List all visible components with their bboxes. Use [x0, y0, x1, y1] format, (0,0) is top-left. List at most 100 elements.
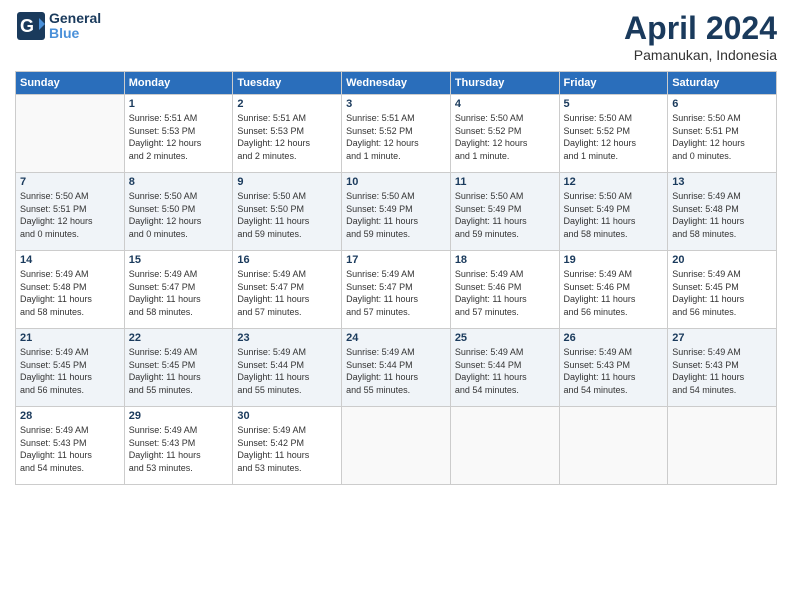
day-number: 3 [346, 98, 446, 110]
title-block: April 2024 Pamanukan, Indonesia [624, 10, 777, 63]
calendar-cell [668, 407, 777, 485]
week-row-3: 14 Sunrise: 5:49 AMSunset: 5:48 PMDayligh… [16, 251, 777, 329]
day-number: 12 [564, 176, 664, 188]
day-number: 25 [455, 332, 555, 344]
day-info: Sunrise: 5:49 AMSunset: 5:48 PMDaylight:… [20, 268, 120, 318]
day-number: 9 [237, 176, 337, 188]
day-info: Sunrise: 5:49 AMSunset: 5:47 PMDaylight:… [237, 268, 337, 318]
calendar-cell: 27 Sunrise: 5:49 AMSunset: 5:43 PMDayligh… [668, 329, 777, 407]
month-title: April 2024 [624, 10, 777, 47]
day-number: 2 [237, 98, 337, 110]
calendar-cell: 6 Sunrise: 5:50 AMSunset: 5:51 PMDaylight… [668, 95, 777, 173]
day-info: Sunrise: 5:50 AMSunset: 5:52 PMDaylight:… [455, 112, 555, 162]
calendar-cell: 26Sunrise: 5:49 AMSunset: 5:43 PMDayligh… [559, 329, 668, 407]
calendar-cell: 20 Sunrise: 5:49 AMSunset: 5:45 PMDayligh… [668, 251, 777, 329]
day-info: Sunrise: 5:50 AMSunset: 5:50 PMDaylight:… [237, 190, 337, 240]
weekday-wednesday: Wednesday [342, 72, 451, 95]
header: G General Blue April 2024 Pamanukan, Ind… [15, 10, 777, 63]
day-info: Sunrise: 5:49 AMSunset: 5:43 PMDaylight:… [672, 346, 772, 396]
day-info: Sunrise: 5:49 AMSunset: 5:47 PMDaylight:… [346, 268, 446, 318]
calendar-cell: 3 Sunrise: 5:51 AMSunset: 5:52 PMDaylight… [342, 95, 451, 173]
day-info: Sunrise: 5:49 AMSunset: 5:46 PMDaylight:… [564, 268, 664, 318]
calendar-cell: 22 Sunrise: 5:49 AMSunset: 5:45 PMDayligh… [124, 329, 233, 407]
day-number: 18 [455, 254, 555, 266]
week-row-2: 7Sunrise: 5:50 AMSunset: 5:51 PMDaylight… [16, 173, 777, 251]
day-number: 1 [129, 98, 229, 110]
day-info: Sunrise: 5:49 AMSunset: 5:44 PMDaylight:… [346, 346, 446, 396]
day-info: Sunrise: 5:49 AMSunset: 5:42 PMDaylight:… [237, 424, 337, 474]
calendar-cell [16, 95, 125, 173]
day-info: Sunrise: 5:50 AMSunset: 5:51 PMDaylight:… [672, 112, 772, 162]
day-info: Sunrise: 5:50 AMSunset: 5:50 PMDaylight:… [129, 190, 229, 240]
calendar-cell: 7Sunrise: 5:50 AMSunset: 5:51 PMDaylight… [16, 173, 125, 251]
logo-general: General [49, 11, 101, 26]
calendar-cell: 19 Sunrise: 5:49 AMSunset: 5:46 PMDayligh… [559, 251, 668, 329]
day-number: 4 [455, 98, 555, 110]
calendar-cell: 2Sunrise: 5:51 AMSunset: 5:53 PMDaylight… [233, 95, 342, 173]
day-info: Sunrise: 5:49 AMSunset: 5:46 PMDaylight:… [455, 268, 555, 318]
day-info: Sunrise: 5:51 AMSunset: 5:52 PMDaylight:… [346, 112, 446, 162]
weekday-tuesday: Tuesday [233, 72, 342, 95]
weekday-friday: Friday [559, 72, 668, 95]
day-number: 28 [20, 410, 120, 422]
day-info: Sunrise: 5:51 AMSunset: 5:53 PMDaylight:… [129, 112, 229, 162]
day-info: Sunrise: 5:50 AMSunset: 5:52 PMDaylight:… [564, 112, 664, 162]
weekday-monday: Monday [124, 72, 233, 95]
calendar-cell: 10Sunrise: 5:50 AMSunset: 5:49 PMDayligh… [342, 173, 451, 251]
day-number: 8 [129, 176, 229, 188]
day-number: 30 [237, 410, 337, 422]
day-number: 21 [20, 332, 120, 344]
calendar-cell: 11 Sunrise: 5:50 AMSunset: 5:49 PMDayligh… [450, 173, 559, 251]
weekday-thursday: Thursday [450, 72, 559, 95]
day-info: Sunrise: 5:49 AMSunset: 5:45 PMDaylight:… [672, 268, 772, 318]
day-info: Sunrise: 5:50 AMSunset: 5:49 PMDaylight:… [346, 190, 446, 240]
location: Pamanukan, Indonesia [624, 47, 777, 63]
calendar-cell: 9 Sunrise: 5:50 AMSunset: 5:50 PMDaylight… [233, 173, 342, 251]
day-number: 19 [564, 254, 664, 266]
logo-blue: Blue [49, 26, 101, 41]
day-number: 7 [20, 176, 120, 188]
day-number: 23 [237, 332, 337, 344]
weekday-saturday: Saturday [668, 72, 777, 95]
calendar-cell [450, 407, 559, 485]
day-number: 6 [672, 98, 772, 110]
calendar-cell: 13Sunrise: 5:49 AMSunset: 5:48 PMDayligh… [668, 173, 777, 251]
calendar-cell: 29Sunrise: 5:49 AMSunset: 5:43 PMDayligh… [124, 407, 233, 485]
calendar-cell: 21 Sunrise: 5:49 AMSunset: 5:45 PMDayligh… [16, 329, 125, 407]
calendar-table: SundayMondayTuesdayWednesdayThursdayFrid… [15, 71, 777, 485]
calendar-cell [342, 407, 451, 485]
calendar-cell: 18 Sunrise: 5:49 AMSunset: 5:46 PMDayligh… [450, 251, 559, 329]
calendar-cell: 30 Sunrise: 5:49 AMSunset: 5:42 PMDayligh… [233, 407, 342, 485]
weekday-header-row: SundayMondayTuesdayWednesdayThursdayFrid… [16, 72, 777, 95]
day-info: Sunrise: 5:49 AMSunset: 5:44 PMDaylight:… [455, 346, 555, 396]
calendar-cell: 8 Sunrise: 5:50 AMSunset: 5:50 PMDaylight… [124, 173, 233, 251]
day-info: Sunrise: 5:49 AMSunset: 5:45 PMDaylight:… [129, 346, 229, 396]
day-info: Sunrise: 5:49 AMSunset: 5:48 PMDaylight:… [672, 190, 772, 240]
week-row-5: 28 Sunrise: 5:49 AMSunset: 5:43 PMDayligh… [16, 407, 777, 485]
day-number: 11 [455, 176, 555, 188]
calendar-cell: 24Sunrise: 5:49 AMSunset: 5:44 PMDayligh… [342, 329, 451, 407]
week-row-1: 1 Sunrise: 5:51 AMSunset: 5:53 PMDaylight… [16, 95, 777, 173]
day-number: 22 [129, 332, 229, 344]
day-info: Sunrise: 5:49 AMSunset: 5:43 PMDaylight:… [129, 424, 229, 474]
calendar-cell: 1 Sunrise: 5:51 AMSunset: 5:53 PMDaylight… [124, 95, 233, 173]
day-number: 5 [564, 98, 664, 110]
calendar-cell: 28Sunrise: 5:49 AMSunset: 5:43 PMDayligh… [16, 407, 125, 485]
day-number: 16 [237, 254, 337, 266]
calendar-cell: 15 Sunrise: 5:49 AMSunset: 5:47 PMDayligh… [124, 251, 233, 329]
calendar-cell: 25 Sunrise: 5:49 AMSunset: 5:44 PMDayligh… [450, 329, 559, 407]
day-info: Sunrise: 5:49 AMSunset: 5:43 PMDaylight:… [564, 346, 664, 396]
calendar-cell [559, 407, 668, 485]
day-number: 27 [672, 332, 772, 344]
page: G General Blue April 2024 Pamanukan, Ind… [0, 0, 792, 495]
week-row-4: 21 Sunrise: 5:49 AMSunset: 5:45 PMDayligh… [16, 329, 777, 407]
calendar-cell: 4 Sunrise: 5:50 AMSunset: 5:52 PMDaylight… [450, 95, 559, 173]
weekday-sunday: Sunday [16, 72, 125, 95]
day-number: 15 [129, 254, 229, 266]
day-info: Sunrise: 5:49 AMSunset: 5:47 PMDaylight:… [129, 268, 229, 318]
day-number: 20 [672, 254, 772, 266]
day-info: Sunrise: 5:49 AMSunset: 5:45 PMDaylight:… [20, 346, 120, 396]
day-info: Sunrise: 5:50 AMSunset: 5:49 PMDaylight:… [455, 190, 555, 240]
day-number: 14 [20, 254, 120, 266]
logo-text: G General Blue [15, 10, 101, 42]
